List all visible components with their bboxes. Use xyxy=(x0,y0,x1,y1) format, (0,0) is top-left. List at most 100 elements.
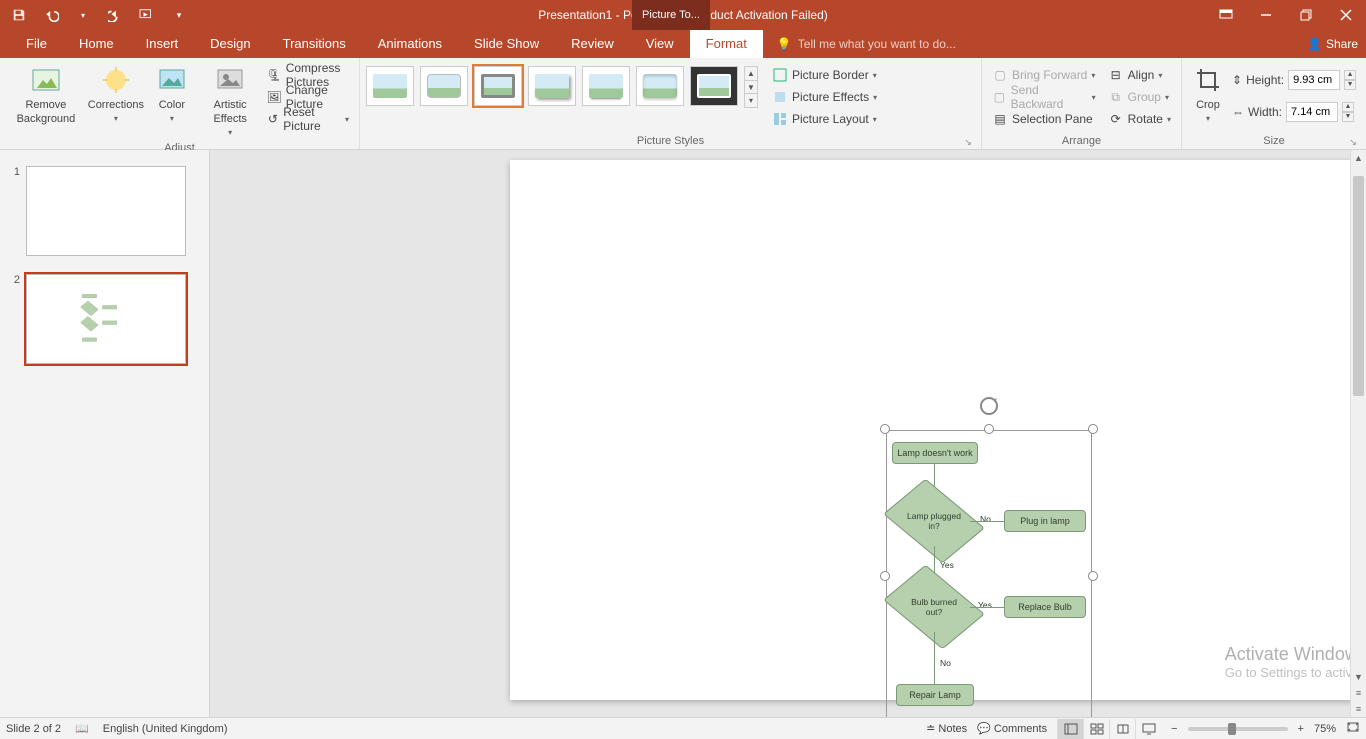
tab-animations[interactable]: Animations xyxy=(362,30,458,58)
slide-thumb-2-wrap[interactable]: 2 xyxy=(10,274,199,364)
color-button[interactable]: Color▾ xyxy=(146,62,198,128)
zoom-thumb[interactable] xyxy=(1228,723,1236,735)
corrections-button[interactable]: Corrections▾ xyxy=(90,62,142,128)
slide-panel[interactable]: 1 2 xyxy=(0,150,210,717)
height-control[interactable]: ⇕ Height: ▲▼ xyxy=(1232,66,1356,94)
slideshow-view-button[interactable] xyxy=(1135,719,1161,739)
artistic-effects-label: Artistic Effects xyxy=(206,98,255,126)
selection-pane-label: Selection Pane xyxy=(1012,112,1093,126)
handle-tm[interactable] xyxy=(984,424,994,434)
flowchart-start: Lamp doesn't work xyxy=(892,442,978,464)
align-icon: ⊟ xyxy=(1108,67,1124,83)
crop-button[interactable]: Crop▾ xyxy=(1188,62,1228,128)
scroll-thumb[interactable] xyxy=(1353,176,1364,396)
tab-slideshow[interactable]: Slide Show xyxy=(458,30,555,58)
vertical-scrollbar[interactable]: ▲ ▼ ≡ ≡ xyxy=(1350,150,1366,717)
status-slide[interactable]: Slide 2 of 2 xyxy=(6,723,61,735)
size-launcher-icon[interactable]: ↘ xyxy=(1348,137,1358,147)
undo-icon[interactable] xyxy=(42,6,60,24)
status-bar: Slide 2 of 2 📖 English (United Kingdom) … xyxy=(0,717,1366,739)
undo-dropdown-icon[interactable]: ▾ xyxy=(74,6,92,24)
prev-slide-icon[interactable]: ≡ xyxy=(1351,685,1366,701)
editor-area[interactable]: Activate Windows Go to Settings to activ… xyxy=(210,150,1366,717)
gallery-up-icon[interactable]: ▲ xyxy=(745,67,757,81)
comments-button[interactable]: 💬 Comments xyxy=(977,722,1047,735)
selection-pane-button[interactable]: ▤Selection Pane xyxy=(988,108,1100,130)
handle-tr[interactable] xyxy=(1088,424,1098,434)
reading-view-button[interactable] xyxy=(1109,719,1135,739)
group-icon: ⧉ xyxy=(1108,89,1124,105)
fit-to-window-button[interactable] xyxy=(1346,721,1360,736)
picture-layout-button[interactable]: Picture Layout ▾ xyxy=(768,108,881,130)
align-button[interactable]: ⊟Align ▾ xyxy=(1104,64,1175,86)
notes-button[interactable]: ≐ Notes xyxy=(926,722,967,735)
style-thumb-3[interactable] xyxy=(474,66,522,106)
tab-home[interactable]: Home xyxy=(63,30,130,58)
width-input[interactable] xyxy=(1286,102,1338,122)
slide-thumb-1-wrap[interactable]: 1 xyxy=(10,166,199,256)
next-slide-icon[interactable]: ≡ xyxy=(1351,701,1366,717)
remove-background-button[interactable]: Remove Background xyxy=(6,62,86,128)
tab-design[interactable]: Design xyxy=(194,30,266,58)
rotate-button[interactable]: ⟳Rotate ▾ xyxy=(1104,108,1175,130)
style-thumb-7[interactable] xyxy=(690,66,738,106)
tell-me-search[interactable]: 💡 Tell me what you want to do... xyxy=(777,30,956,58)
rotate-label: Rotate xyxy=(1128,112,1163,126)
color-label: Color xyxy=(159,98,185,112)
style-thumb-1[interactable] xyxy=(366,66,414,106)
gallery-more-icon[interactable]: ▾ xyxy=(745,94,757,107)
gallery-down-icon[interactable]: ▼ xyxy=(745,81,757,95)
slide-thumb-2[interactable] xyxy=(26,274,186,364)
scroll-up-icon[interactable]: ▲ xyxy=(1351,150,1366,166)
tab-transitions[interactable]: Transitions xyxy=(267,30,362,58)
style-thumb-5[interactable] xyxy=(582,66,630,106)
zoom-in-button[interactable]: + xyxy=(1298,723,1304,735)
gallery-scroll[interactable]: ▲▼▾ xyxy=(744,66,758,108)
tab-format[interactable]: Format xyxy=(690,30,763,58)
handle-tl[interactable] xyxy=(880,424,890,434)
zoom-level[interactable]: 75% xyxy=(1314,723,1336,735)
send-backward-label: Send Backward xyxy=(1011,83,1088,111)
tab-review[interactable]: Review xyxy=(555,30,630,58)
normal-view-button[interactable] xyxy=(1057,719,1083,739)
start-from-beginning-icon[interactable] xyxy=(138,6,156,24)
style-thumb-4[interactable] xyxy=(528,66,576,106)
zoom-out-button[interactable]: − xyxy=(1171,723,1177,735)
title-bar: ▾ ▾ Presentation1 - PowerPoint (Product … xyxy=(0,0,1366,30)
minimize-button[interactable] xyxy=(1246,0,1286,30)
picture-effects-button[interactable]: Picture Effects ▾ xyxy=(768,86,881,108)
handle-mr[interactable] xyxy=(1088,571,1098,581)
zoom-slider[interactable] xyxy=(1188,727,1288,731)
picture-styles-gallery[interactable]: ▲▼▾ xyxy=(366,62,758,108)
spellcheck-icon[interactable]: 📖 xyxy=(75,722,89,735)
status-language[interactable]: English (United Kingdom) xyxy=(103,723,228,735)
redo-icon[interactable] xyxy=(106,6,124,24)
height-spinner[interactable]: ▲▼ xyxy=(1344,70,1356,90)
slide-thumb-1[interactable] xyxy=(26,166,186,256)
rotate-handle[interactable] xyxy=(979,396,999,416)
picture-styles-launcher-icon[interactable]: ↘ xyxy=(963,137,973,147)
save-icon[interactable] xyxy=(10,6,28,24)
qat-customize-icon[interactable]: ▾ xyxy=(170,6,188,24)
restore-button[interactable] xyxy=(1286,0,1326,30)
tab-insert[interactable]: Insert xyxy=(130,30,195,58)
width-spinner[interactable]: ▲▼ xyxy=(1342,102,1354,122)
artistic-effects-icon xyxy=(214,64,246,96)
tab-view[interactable]: View xyxy=(630,30,690,58)
picture-border-button[interactable]: Picture Border ▾ xyxy=(768,64,881,86)
handle-ml[interactable] xyxy=(880,571,890,581)
ribbon-display-options-icon[interactable] xyxy=(1206,0,1246,30)
style-thumb-2[interactable] xyxy=(420,66,468,106)
style-thumb-6[interactable] xyxy=(636,66,684,106)
slide-sorter-view-button[interactable] xyxy=(1083,719,1109,739)
selected-picture[interactable]: Lamp doesn't work Lamp plugged in? No Pl… xyxy=(886,430,1092,717)
height-input[interactable] xyxy=(1288,70,1340,90)
artistic-effects-button[interactable]: Artistic Effects▾ xyxy=(202,62,259,142)
send-backward-icon: ▢ xyxy=(992,89,1007,105)
tab-file[interactable]: File xyxy=(10,30,63,58)
scroll-down-icon[interactable]: ▼ xyxy=(1351,669,1366,685)
close-button[interactable] xyxy=(1326,0,1366,30)
width-control[interactable]: ⇔ Width: ▲▼ xyxy=(1232,98,1356,126)
reset-picture-button[interactable]: ↺Reset Picture ▾ xyxy=(262,108,353,130)
share-button[interactable]: 👤 Share xyxy=(1307,30,1358,58)
